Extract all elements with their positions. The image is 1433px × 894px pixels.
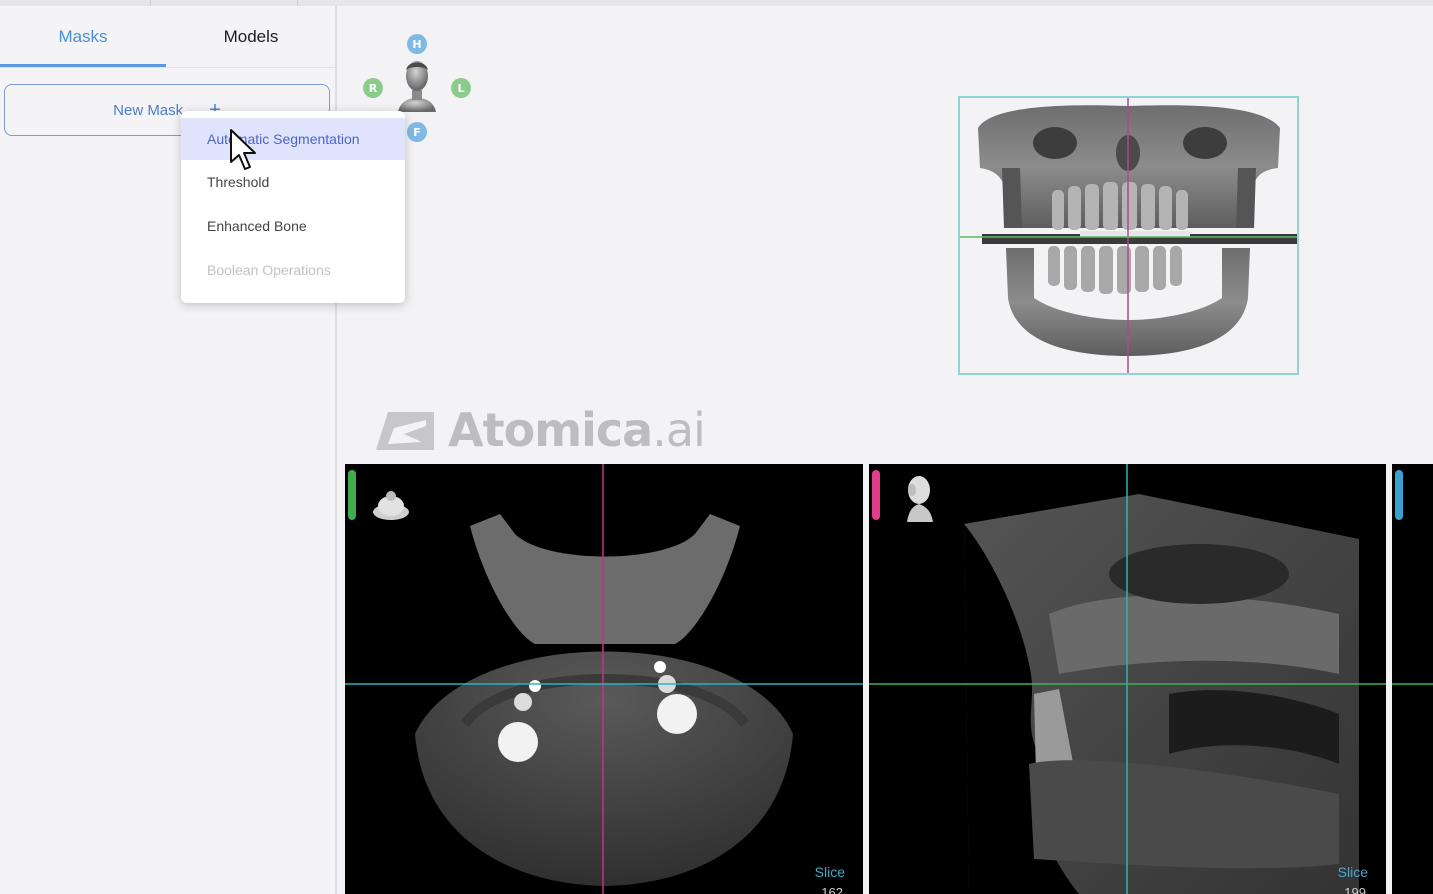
watermark-brand: Atomica (448, 403, 653, 457)
watermark-suffix: .ai (652, 403, 706, 457)
menu-item-boolean-operations: Boolean Operations (207, 262, 331, 278)
sagittal-color-tab (872, 470, 880, 520)
head-model-icon (398, 61, 436, 112)
atomica-logo-icon (376, 412, 434, 450)
3d-skull-rendering (960, 98, 1298, 373)
new-mask-dropdown-menu: Automatic Segmentation Threshold Enhance… (181, 111, 405, 303)
mouse-cursor-icon (230, 129, 256, 170)
coronal-color-tab (1395, 470, 1403, 520)
sagittal-slice-number: 199 (1344, 885, 1366, 894)
new-mask-label: New Mask (113, 101, 184, 119)
coronal-ct-image (1392, 683, 1433, 685)
orientation-foot-button[interactable]: F (407, 122, 427, 142)
atomica-watermark: Atomica.ai (374, 402, 706, 458)
tab-models[interactable]: Models (168, 6, 334, 68)
orientation-right-button[interactable]: R (363, 78, 383, 98)
menu-item-enhanced-bone[interactable]: Enhanced Bone (181, 204, 405, 248)
orientation-left-button[interactable]: L (451, 78, 471, 98)
menu-item-threshold[interactable]: Threshold (181, 160, 405, 204)
tabs-divider (0, 67, 335, 68)
axial-orientation-icon[interactable] (371, 472, 411, 522)
tab-masks[interactable]: Masks (0, 6, 166, 68)
sagittal-orientation-icon[interactable] (899, 472, 939, 522)
menu-item-automatic-segmentation[interactable]: Automatic Segmentation (181, 118, 405, 160)
orientation-head-button[interactable]: H (407, 34, 427, 54)
axial-slice-number: 162 (821, 885, 843, 894)
coronal-slice-view[interactable] (1392, 464, 1433, 894)
axial-slice-view[interactable]: Slice 162 (345, 464, 863, 894)
3d-volume-view[interactable] (958, 96, 1299, 375)
sidebar-tabs: Masks Models (0, 6, 335, 68)
axial-ct-image (345, 464, 863, 894)
sagittal-slice-label: Slice (1337, 864, 1368, 880)
sagittal-slice-view[interactable]: Slice 199 (869, 464, 1386, 894)
sagittal-ct-image (869, 464, 1386, 894)
watermark-text: Atomica.ai (448, 403, 706, 457)
axial-color-tab (348, 470, 356, 520)
axial-slice-label: Slice (814, 864, 845, 880)
